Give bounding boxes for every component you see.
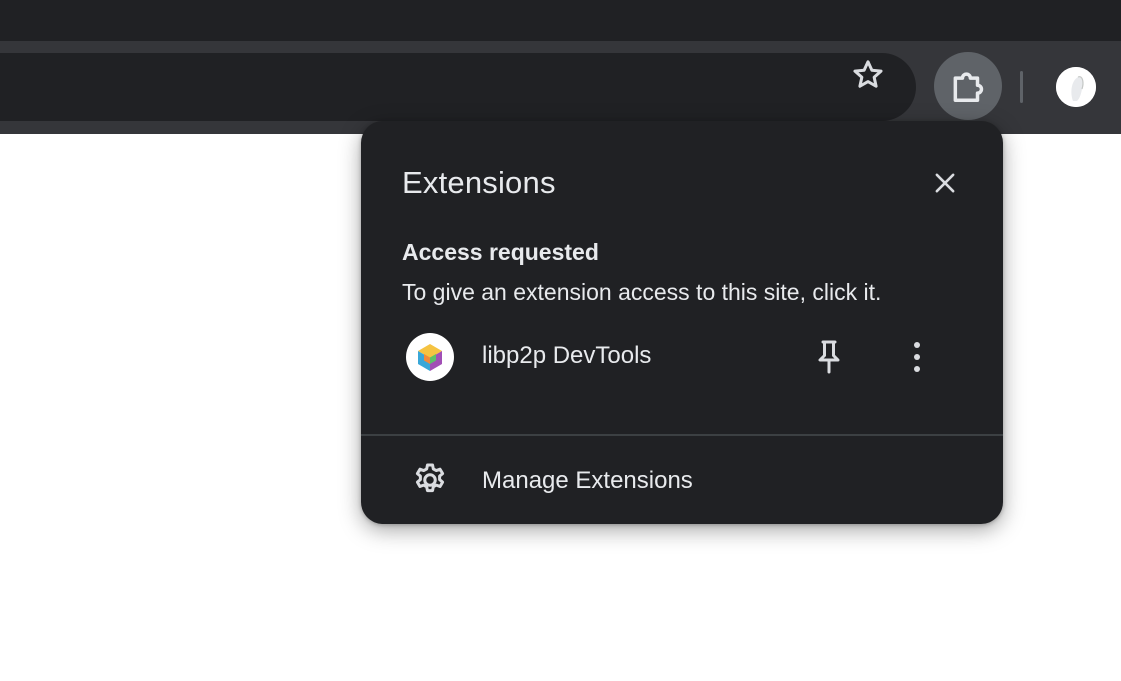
profile-avatar[interactable] (1056, 67, 1096, 107)
libp2p-cube-icon (406, 333, 454, 381)
pin-icon (818, 340, 840, 374)
extension-item-libp2p-devtools[interactable]: libp2p DevTools (385, 321, 979, 393)
pin-extension-button[interactable] (805, 335, 853, 379)
access-requested-heading: Access requested (402, 239, 599, 265)
tab-strip (0, 0, 1121, 41)
address-bar[interactable] (0, 53, 916, 121)
profile-avatar-icon (1056, 67, 1096, 107)
more-vert-icon (914, 342, 920, 372)
toolbar-separator (1020, 71, 1023, 103)
popup-title: Extensions (402, 165, 556, 200)
extensions-popup: Extensions Access requested To give an e… (361, 121, 1003, 524)
star-icon (853, 60, 883, 88)
puzzle-icon (953, 72, 984, 102)
extensions-button[interactable] (934, 52, 1002, 120)
access-requested-description: To give an extension access to this site… (402, 279, 882, 305)
close-button[interactable] (923, 161, 967, 205)
bookmark-star-button[interactable] (836, 53, 900, 97)
popup-divider (361, 434, 1003, 436)
extension-name: libp2p DevTools (482, 342, 652, 369)
gear-icon (411, 461, 449, 499)
extension-more-button[interactable] (895, 335, 939, 379)
close-icon (935, 173, 955, 193)
manage-extensions-label: Manage Extensions (482, 467, 693, 494)
manage-extensions-button[interactable]: Manage Extensions (361, 437, 1003, 523)
